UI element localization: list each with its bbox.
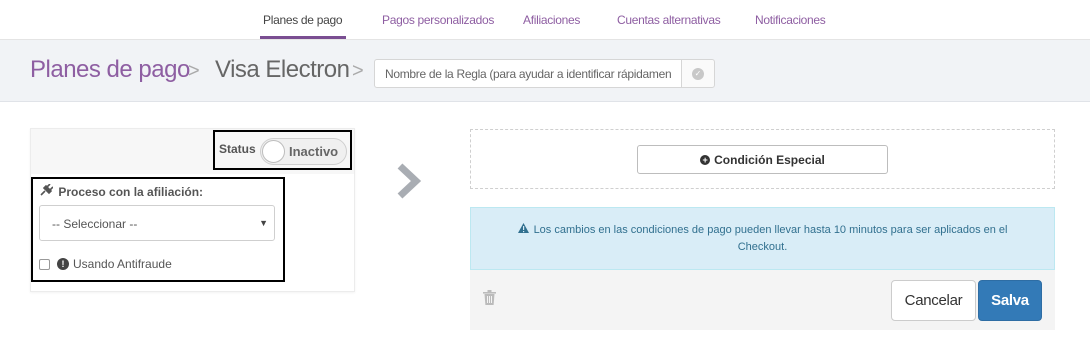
plug-icon xyxy=(40,183,54,199)
info-alert: Los cambios en las condiciones de pago p… xyxy=(470,207,1055,270)
breadcrumb-root[interactable]: Planes de pago xyxy=(30,56,190,84)
status-label: Status xyxy=(219,142,256,156)
tab-pagos-personalizados[interactable]: Pagos personalizados xyxy=(382,13,494,27)
warning-icon xyxy=(517,222,529,239)
plus-circle-icon: + xyxy=(700,154,711,165)
rule-name-confirm-button[interactable]: ✓ xyxy=(681,59,715,88)
process-select-value: -- Seleccionar -- xyxy=(52,217,138,231)
save-button[interactable]: Salva xyxy=(978,280,1042,321)
breadcrumb-separator: > xyxy=(188,60,200,82)
info-icon: ! xyxy=(57,258,69,270)
antifraud-option: ! Usando Antifraude xyxy=(39,257,172,271)
cancel-button[interactable]: Cancelar xyxy=(891,280,976,321)
process-select[interactable]: -- Seleccionar -- ▼ xyxy=(39,205,275,241)
alert-text: Los cambios en las condiciones de pago p… xyxy=(533,224,1008,253)
tab-cuentas-alternativas[interactable]: Cuentas alternativas xyxy=(617,13,721,27)
breadcrumb-current: Visa Electron xyxy=(215,56,350,83)
breadcrumb-separator: > xyxy=(352,60,364,82)
check-circle-icon: ✓ xyxy=(692,67,704,80)
page-header: Planes de pago > Visa Electron > ✓ xyxy=(0,40,1090,102)
chevron-right-icon xyxy=(396,162,424,205)
tab-notificaciones[interactable]: Notificaciones xyxy=(755,13,826,27)
toggle-knob xyxy=(262,140,285,163)
trash-icon[interactable] xyxy=(483,290,496,310)
process-label-text: Proceso con la afiliación: xyxy=(58,185,204,199)
special-condition-button[interactable]: + Condición Especial xyxy=(637,145,888,174)
top-nav: Planes de pago Pagos personalizados Afil… xyxy=(0,0,1090,40)
rule-name-input[interactable] xyxy=(374,59,682,88)
antifraud-checkbox[interactable] xyxy=(39,258,50,270)
status-toggle[interactable]: Inactivo xyxy=(260,138,347,165)
antifraud-label: Usando Antifraude xyxy=(73,257,172,271)
caret-down-icon: ▼ xyxy=(259,218,268,228)
status-toggle-text: Inactivo xyxy=(289,144,339,159)
active-tab-indicator xyxy=(260,36,346,39)
tab-planes-de-pago[interactable]: Planes de pago xyxy=(263,13,343,27)
tab-afiliaciones[interactable]: Afiliaciones xyxy=(523,13,580,27)
process-label: Proceso con la afiliación: xyxy=(40,183,204,199)
special-condition-label: Condición Especial xyxy=(714,152,825,167)
